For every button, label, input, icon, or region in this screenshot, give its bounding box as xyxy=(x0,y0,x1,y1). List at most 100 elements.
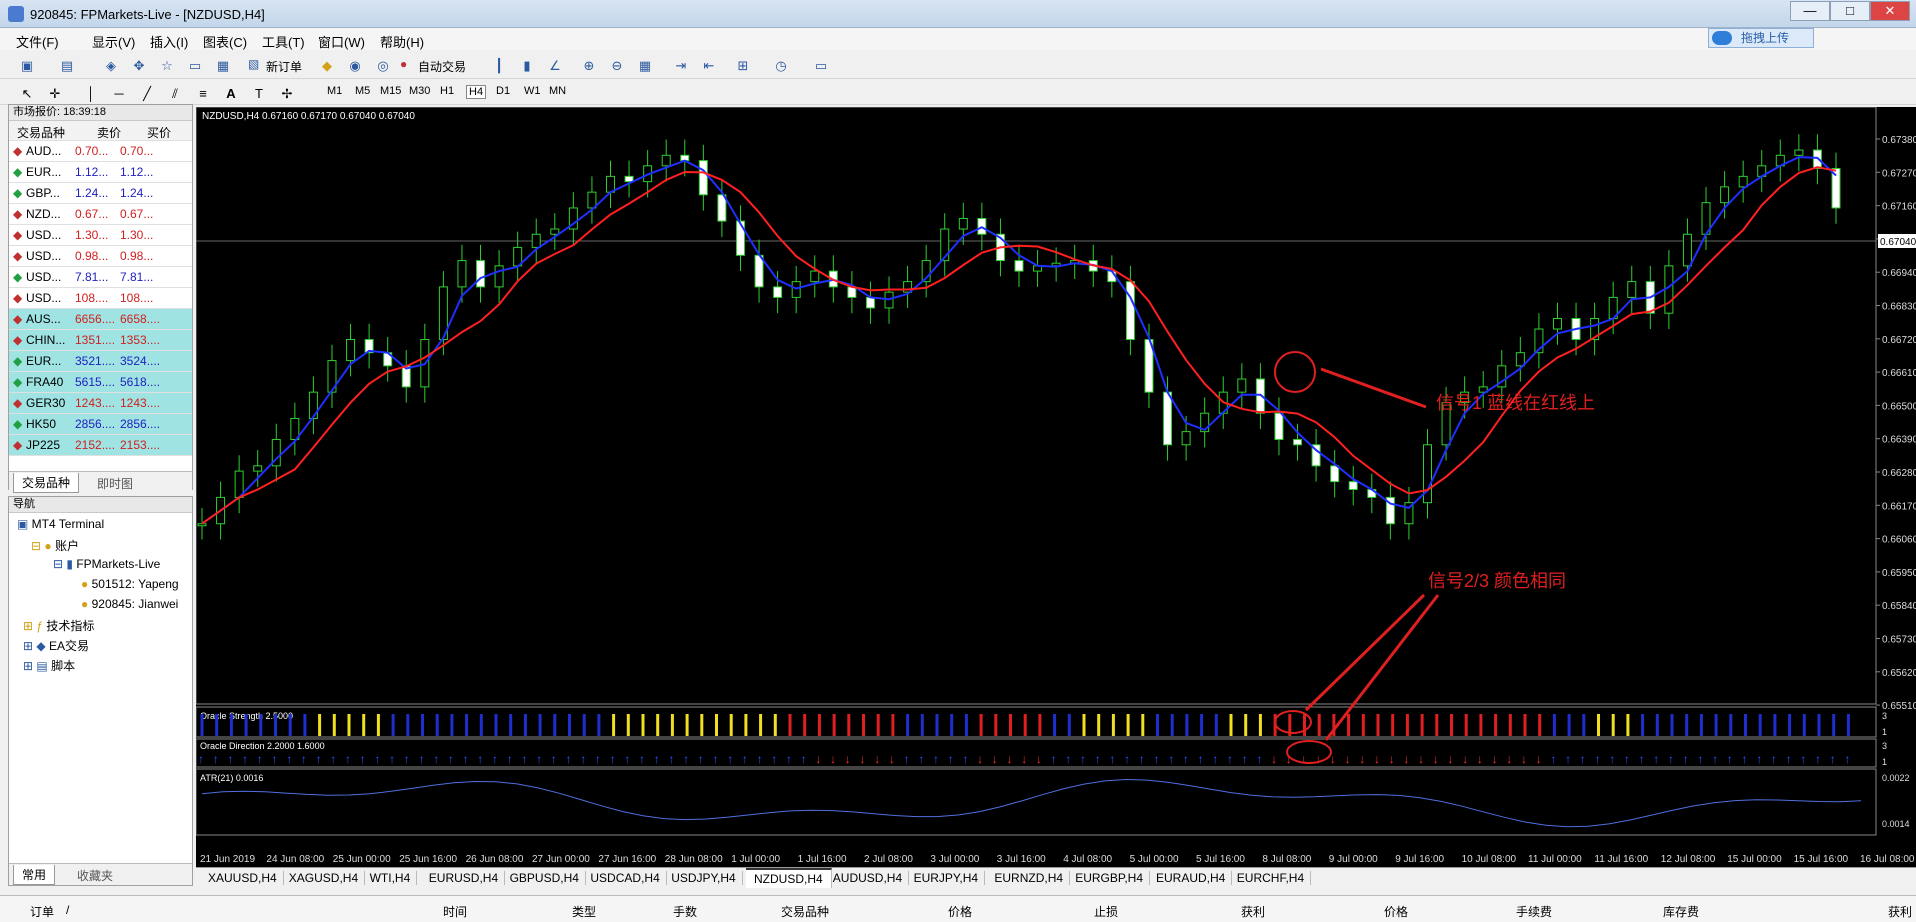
horizontal-line-icon[interactable]: ─ xyxy=(108,83,130,103)
text-icon[interactable]: A xyxy=(220,83,242,103)
col-order[interactable]: 订单 xyxy=(30,903,54,920)
chart-tab[interactable]: USDCAD,H4 xyxy=(584,871,667,885)
metaeditor-icon[interactable]: ◆ xyxy=(316,55,338,75)
tab-symbols[interactable]: 交易品种 xyxy=(13,473,80,493)
nav-account-2[interactable]: ● 920845: Jianwei xyxy=(81,597,191,611)
maximize-button[interactable]: □ xyxy=(1830,1,1870,21)
market-watch-row[interactable]: ◆ USD... 0.98... 0.98... xyxy=(9,246,192,267)
market-watch-row[interactable]: ◆ NZD... 0.67... 0.67... xyxy=(9,204,192,225)
chart-tab[interactable]: EURJPY,H4 xyxy=(908,871,986,885)
chart-tab[interactable]: XAUUSD,H4 xyxy=(202,871,284,885)
menu-file[interactable]: 文件(F) xyxy=(16,32,59,51)
minimize-button[interactable]: — xyxy=(1790,1,1830,21)
fibonacci-icon[interactable]: ≡ xyxy=(192,83,214,103)
autoscroll-icon[interactable]: ⇥ xyxy=(670,55,692,75)
menu-help[interactable]: 帮助(H) xyxy=(380,32,424,51)
market-watch-row[interactable]: ◆ HK50 2856.... 2856.... xyxy=(9,414,192,435)
market-watch-row[interactable]: ◆ GER30 1243.... 1243.... xyxy=(9,393,192,414)
chart-tab[interactable]: GBPUSD,H4 xyxy=(504,871,586,885)
nav-server[interactable]: ⊟ ▮ FPMarkets-Live xyxy=(53,557,160,571)
text-label-icon[interactable]: T xyxy=(248,83,270,103)
tab-tick-chart[interactable]: 即时图 xyxy=(89,474,141,493)
tf-w1[interactable]: W1 xyxy=(524,85,541,97)
zoom-in-icon[interactable]: ⊕ xyxy=(578,55,600,75)
col-time[interactable]: 时间 xyxy=(443,903,467,920)
trendline-icon[interactable]: ╱ xyxy=(136,83,158,103)
col-price2[interactable]: 价格 xyxy=(1384,903,1408,920)
menu-view[interactable]: 显示(V) xyxy=(92,32,135,51)
market-watch-row[interactable]: ◆ USD... 108.... 108.... xyxy=(9,288,192,309)
nav-terminal[interactable]: ▣ MT4 Terminal xyxy=(17,517,104,531)
menu-charts[interactable]: 图表(C) xyxy=(203,32,247,51)
tester-icon[interactable]: ▦ xyxy=(212,55,234,75)
terminal-icon[interactable]: ▭ xyxy=(184,55,206,75)
market-watch-row[interactable]: ◆ JP225 2152.... 2153.... xyxy=(9,435,192,456)
tf-d1[interactable]: D1 xyxy=(496,85,510,97)
chart-tab[interactable]: EURCHF,H4 xyxy=(1231,871,1312,885)
col-price[interactable]: 价格 xyxy=(948,903,972,920)
crosshair-icon[interactable]: ✛ xyxy=(44,83,66,103)
line-chart-icon[interactable]: ∠ xyxy=(544,55,566,75)
auto-trading-button[interactable]: ● 自动交易 xyxy=(398,55,478,75)
chart-tab[interactable]: NZDUSD,H4 xyxy=(746,868,832,888)
navigator-icon[interactable]: ☆ xyxy=(156,55,178,75)
menu-window[interactable]: 窗口(W) xyxy=(318,32,365,51)
market-watch-row[interactable]: ◆ FRA40 5615.... 5618.... xyxy=(9,372,192,393)
nav-indicators[interactable]: ⊞ ƒ 技术指标 xyxy=(23,617,94,634)
col-profit[interactable]: 获利 xyxy=(1888,903,1912,920)
new-chart-icon[interactable]: ▣ xyxy=(16,55,38,75)
chart-tab[interactable]: AUDUSD,H4 xyxy=(827,871,910,885)
market-watch-row[interactable]: ◆ AUD... 0.70... 0.70... xyxy=(9,141,192,162)
col-commission[interactable]: 手续费 xyxy=(1516,903,1552,920)
profiles-icon[interactable]: ▤ xyxy=(56,55,78,75)
chart-tab[interactable]: USDJPY,H4 xyxy=(665,871,743,885)
market-watch-row[interactable]: ◆ CHIN... 1351.... 1353.... xyxy=(9,330,192,351)
tf-h1[interactable]: H1 xyxy=(440,85,454,97)
indicators-icon[interactable]: ⊞ xyxy=(732,55,754,75)
tf-m1[interactable]: M1 xyxy=(327,85,342,97)
chart-tab[interactable]: EURGBP,H4 xyxy=(1069,871,1150,885)
chart-window[interactable]: NZDUSD,H4 0.67160 0.67170 0.67040 0.6704… xyxy=(196,107,1916,867)
nav-scripts[interactable]: ⊞ ▤ 脚本 xyxy=(23,657,75,674)
col-symbol[interactable]: 交易品种 xyxy=(781,903,829,920)
market-icon[interactable]: ◎ xyxy=(372,55,394,75)
periods-icon[interactable]: ◷ xyxy=(770,55,792,75)
chart-tab[interactable]: XAGUSD,H4 xyxy=(283,871,366,885)
nav-accounts[interactable]: ⊟ ● 账户 xyxy=(31,537,79,554)
candlestick-icon[interactable]: ▮ xyxy=(516,55,538,75)
market-watch-row[interactable]: ◆ GBP... 1.24... 1.24... xyxy=(9,183,192,204)
zoom-out-icon[interactable]: ⊖ xyxy=(606,55,628,75)
chart-tab[interactable]: EURNZD,H4 xyxy=(988,871,1071,885)
chart-tab[interactable]: WTI,H4 xyxy=(364,871,418,885)
new-order-button[interactable]: ▧ 新订单 xyxy=(248,55,308,75)
templates-icon[interactable]: ▭ xyxy=(810,55,832,75)
nav-account-1[interactable]: ● 501512: Yapeng xyxy=(81,577,191,591)
col-sl[interactable]: 止损 xyxy=(1094,903,1118,920)
cursor-icon[interactable]: ↖ xyxy=(16,83,38,103)
tf-m5[interactable]: M5 xyxy=(355,85,370,97)
tf-mn[interactable]: MN xyxy=(549,85,566,97)
data-window-icon[interactable]: ✥ xyxy=(128,55,150,75)
col-type[interactable]: 类型 xyxy=(572,903,596,920)
close-button[interactable]: ✕ xyxy=(1870,1,1910,21)
tab-favorites[interactable]: 收藏夹 xyxy=(69,866,121,885)
tile-windows-icon[interactable]: ▦ xyxy=(634,55,656,75)
col-lots[interactable]: 手数 xyxy=(673,903,697,920)
tf-m15[interactable]: M15 xyxy=(380,85,401,97)
market-watch-row[interactable]: ◆ EUR... 3521.... 3524.... xyxy=(9,351,192,372)
market-watch-row[interactable]: ◆ EUR... 1.12... 1.12... xyxy=(9,162,192,183)
col-swap[interactable]: 库存费 xyxy=(1663,903,1699,920)
chart-tab[interactable]: EURAUD,H4 xyxy=(1150,871,1233,885)
signals-icon[interactable]: ◉ xyxy=(344,55,366,75)
market-watch-row[interactable]: ◆ AUS... 6656.... 6658.... xyxy=(9,309,192,330)
bar-chart-icon[interactable]: ┃ xyxy=(488,55,510,75)
tf-h4[interactable]: H4 xyxy=(466,85,487,99)
nav-expert-advisors[interactable]: ⊞ ◆ EA交易 xyxy=(23,637,89,654)
tf-m30[interactable]: M30 xyxy=(409,85,430,97)
vertical-line-icon[interactable]: │ xyxy=(80,83,102,103)
channel-icon[interactable]: ⫽ xyxy=(164,83,186,103)
market-watch-icon[interactable]: ◈ xyxy=(100,55,122,75)
arrows-icon[interactable]: ✢ xyxy=(276,83,298,103)
market-watch-row[interactable]: ◆ USD... 7.81... 7.81... xyxy=(9,267,192,288)
menu-tools[interactable]: 工具(T) xyxy=(262,32,305,51)
